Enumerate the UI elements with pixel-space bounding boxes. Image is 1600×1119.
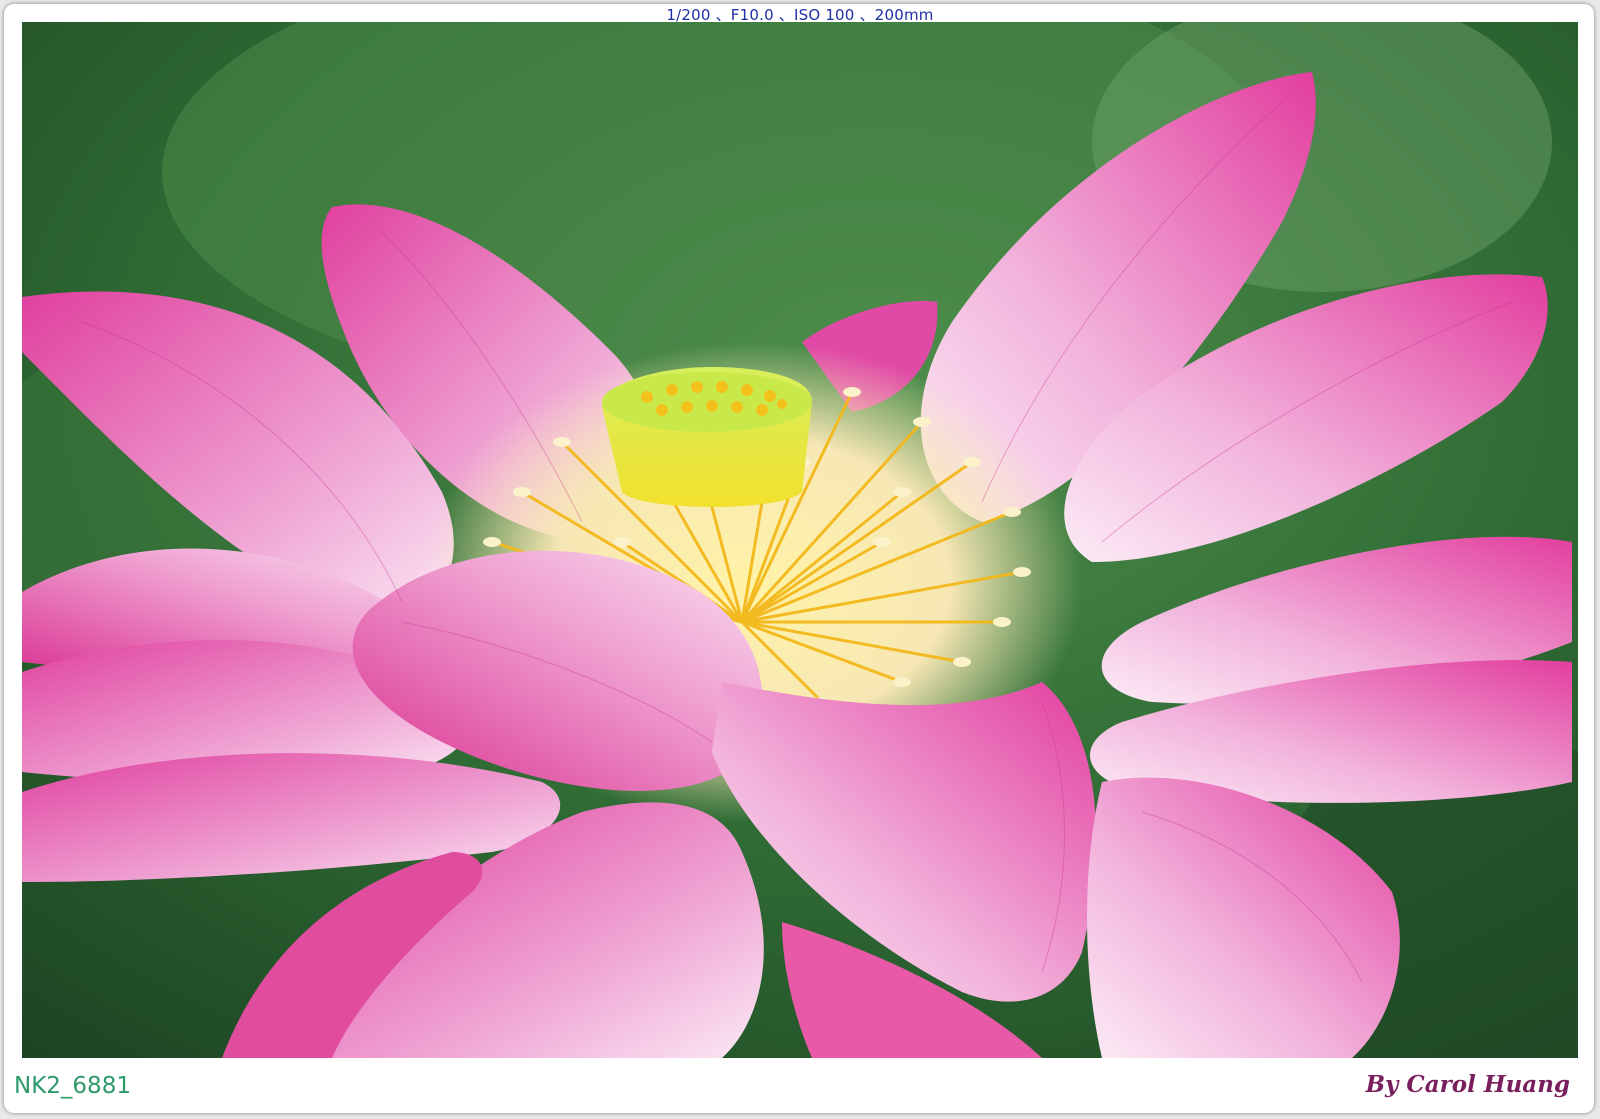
file-id-label: NK2_6881 <box>14 1073 131 1099</box>
photographer-signature: By Carol Huang <box>1365 1071 1570 1098</box>
lotus-photo <box>22 22 1578 1058</box>
lotus-illustration <box>22 22 1578 1058</box>
